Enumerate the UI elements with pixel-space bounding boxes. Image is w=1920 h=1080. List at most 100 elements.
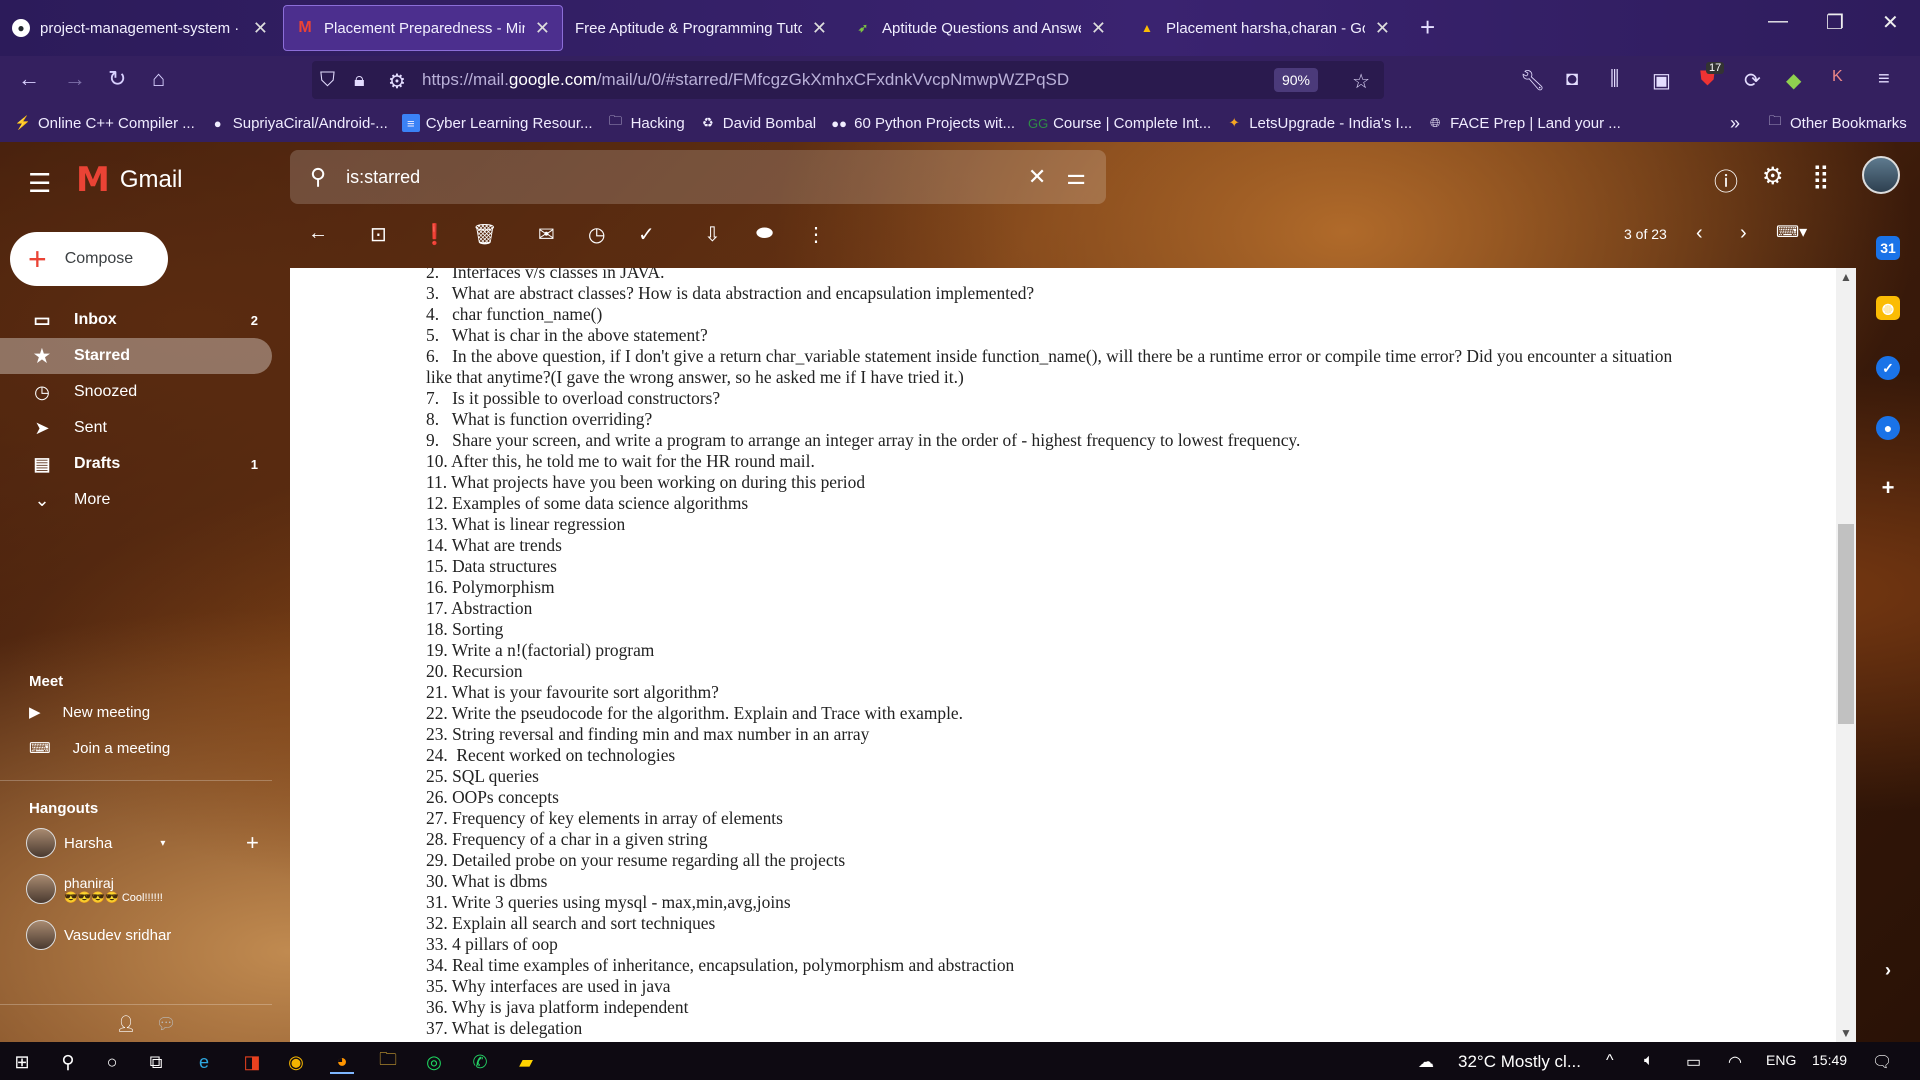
sticky-notes-icon[interactable]: ▰ [514, 1050, 538, 1074]
calendar-icon[interactable]: 31 [1876, 236, 1900, 260]
new-tab-button[interactable]: + [1420, 12, 1435, 43]
edge-icon[interactable]: e [192, 1050, 216, 1074]
clock-time[interactable]: 15:49 [1812, 1052, 1847, 1068]
browser-tab[interactable]: Free Aptitude & Programming Tuto ✕ [563, 5, 839, 51]
cortana-icon[interactable]: ○ [100, 1050, 124, 1074]
chevron-right-double-icon[interactable]: » [1730, 113, 1740, 134]
expand-panel-icon[interactable]: › [1876, 958, 1900, 982]
add-addon-icon[interactable]: + [1876, 475, 1900, 500]
wifi-icon[interactable]: ◠ [1728, 1052, 1742, 1072]
move-to-icon[interactable]: ⇩ [704, 222, 721, 247]
close-icon[interactable]: ✕ [1091, 18, 1106, 39]
file-explorer-icon[interactable]: 🗀 [376, 1049, 400, 1074]
notifications-icon[interactable]: 🗨︎ [1872, 1052, 1892, 1072]
back-icon[interactable]: ← [18, 66, 40, 92]
volume-icon[interactable]: 🔈︎ [1644, 1052, 1654, 1070]
bookmark-item[interactable]: ✦ LetsUpgrade - India's I... [1225, 114, 1412, 132]
account-icon[interactable]: K [1832, 68, 1843, 86]
archive-icon[interactable]: ⊡ [370, 222, 387, 247]
reload-icon[interactable]: ↻ [108, 66, 126, 92]
close-icon[interactable]: ✕ [812, 18, 827, 39]
search-input[interactable] [346, 166, 1008, 188]
minimize-icon[interactable]: — [1768, 10, 1788, 33]
url-bar[interactable]: ⛉ 🔒︎ ⚙ https://mail. google.com/mail/u/0/… [312, 61, 1384, 99]
scroll-up-icon[interactable]: ▲ [1840, 270, 1852, 284]
sidebar-icon[interactable]: ▣ [1652, 68, 1671, 93]
hangouts-user[interactable]: Harsha ▾ [26, 828, 165, 858]
menu-icon[interactable]: ≡ [1878, 68, 1890, 91]
close-window-icon[interactable]: ✕ [1882, 10, 1899, 35]
weather-icon[interactable]: ☁ [1418, 1052, 1434, 1072]
bookmark-item[interactable]: ♻ David Bombal [699, 114, 816, 132]
bookmark-item[interactable]: ●● 60 Python Projects wit... [830, 114, 1015, 132]
prev-page-icon[interactable]: ‹ [1696, 222, 1703, 245]
lock-icon[interactable]: 🔒︎ [354, 69, 365, 92]
language-indicator[interactable]: ENG [1766, 1052, 1796, 1068]
close-icon[interactable]: ✕ [535, 18, 550, 39]
firefox-icon[interactable]: ◕ [330, 1050, 354, 1074]
close-icon[interactable]: ✕ [253, 18, 268, 39]
office-icon[interactable]: ◨ [240, 1050, 264, 1074]
weather-text[interactable]: 32°C Mostly cl... [1458, 1052, 1581, 1072]
main-menu-icon[interactable]: ☰ [28, 168, 51, 199]
scroll-thumb[interactable] [1838, 524, 1854, 724]
sidebar-item-inbox[interactable]: ▭ Inbox 2 [0, 302, 272, 338]
report-spam-icon[interactable]: ❗ [422, 222, 447, 247]
tasks-icon[interactable]: ✓ [1876, 356, 1900, 380]
battery-icon[interactable]: ▭ [1686, 1052, 1701, 1072]
search-icon[interactable]: ⚲ [56, 1050, 80, 1074]
spotify-icon[interactable]: ◎ [422, 1050, 446, 1074]
zoom-level[interactable]: 90% [1273, 68, 1318, 92]
more-vert-icon[interactable]: ⋮ [806, 222, 826, 247]
search-options-icon[interactable]: ⚌ [1066, 164, 1086, 190]
account-avatar[interactable] [1862, 156, 1900, 194]
compose-button[interactable]: + Compose [10, 232, 168, 286]
settings-gear-icon[interactable]: ⚙ [1762, 162, 1784, 191]
bookmark-item[interactable]: ⚡ Online C++ Compiler ... [14, 114, 195, 132]
next-page-icon[interactable]: › [1740, 222, 1747, 245]
add-task-icon[interactable]: ✓ [638, 222, 655, 247]
chat-bubble-icon[interactable]: 💬︎ [156, 1014, 176, 1034]
back-arrow-icon[interactable]: ← [308, 222, 328, 245]
home-icon[interactable]: ⌂ [152, 66, 165, 92]
bookmark-item[interactable]: ● SupriyaCiral/Android-... [209, 114, 388, 132]
help-icon[interactable]: ⓘ [1714, 162, 1738, 197]
sidebar-item-more[interactable]: ⌄ More [0, 482, 272, 518]
person-icon[interactable]: 👤︎ [116, 1014, 136, 1034]
shield-icon[interactable]: ⛉ [320, 69, 335, 92]
close-icon[interactable]: ✕ [1375, 18, 1390, 39]
library-icon[interactable]: ⫼ [1610, 68, 1619, 91]
bookmark-item[interactable]: ≡ Cyber Learning Resour... [401, 114, 593, 132]
gmail-logo[interactable]: M Gmail [76, 160, 183, 200]
sidebar-item-snoozed[interactable]: ◷ Snoozed [0, 374, 272, 410]
scrollbar[interactable]: ▲ ▼ [1836, 268, 1856, 1042]
bookmark-item[interactable]: GG Course | Complete Int... [1028, 114, 1211, 132]
windows-start-icon[interactable]: ⊞ [10, 1050, 34, 1074]
scroll-down-icon[interactable]: ▼ [1840, 1026, 1852, 1040]
hangouts-contact[interactable]: phaniraj 😎😎😎😎 Cool!!!!!! [26, 874, 163, 904]
search-icon[interactable]: ⚲ [310, 164, 326, 190]
mark-unread-icon[interactable]: ✉ [538, 222, 555, 247]
other-bookmarks[interactable]: 🗀 Other Bookmarks [1766, 113, 1906, 132]
sidebar-item-sent[interactable]: ➤ Sent [0, 410, 272, 446]
extension-icon[interactable]: ◆ [1786, 68, 1801, 93]
new-meeting-button[interactable]: ▶ New meeting [29, 703, 150, 722]
whatsapp-icon[interactable]: ✆ [468, 1050, 492, 1074]
clear-search-icon[interactable]: ✕ [1028, 164, 1046, 190]
chrome-icon[interactable]: ◉ [284, 1050, 308, 1074]
browser-tab[interactable]: ▲ Placement harsha,charan - Goo ✕ [1126, 5, 1402, 51]
sync-icon[interactable]: ⟳ [1744, 68, 1761, 93]
caret-down-icon[interactable]: ▾ [160, 838, 165, 849]
browser-tab[interactable]: ➶ Aptitude Questions and Answer ✕ [842, 5, 1118, 51]
snooze-icon[interactable]: ◷ [588, 222, 605, 247]
browser-tab[interactable]: ● project-management-system · G ✕ [0, 5, 280, 51]
chevron-up-icon[interactable]: ^ [1606, 1052, 1614, 1070]
label-icon[interactable]: ⬬ [756, 222, 773, 245]
join-meeting-button[interactable]: ⌨ Join a meeting [29, 739, 170, 758]
pocket-icon[interactable]: ◘ [1566, 68, 1578, 91]
delete-icon[interactable]: 🗑︎ [472, 222, 497, 247]
apps-grid-icon[interactable]: ⣿ [1812, 162, 1830, 191]
task-view-icon[interactable]: ⧉ [144, 1050, 168, 1074]
browser-tab-active[interactable]: M Placement Preparedness - Mind ✕ [283, 5, 563, 51]
restore-icon[interactable]: ❐ [1826, 10, 1844, 35]
